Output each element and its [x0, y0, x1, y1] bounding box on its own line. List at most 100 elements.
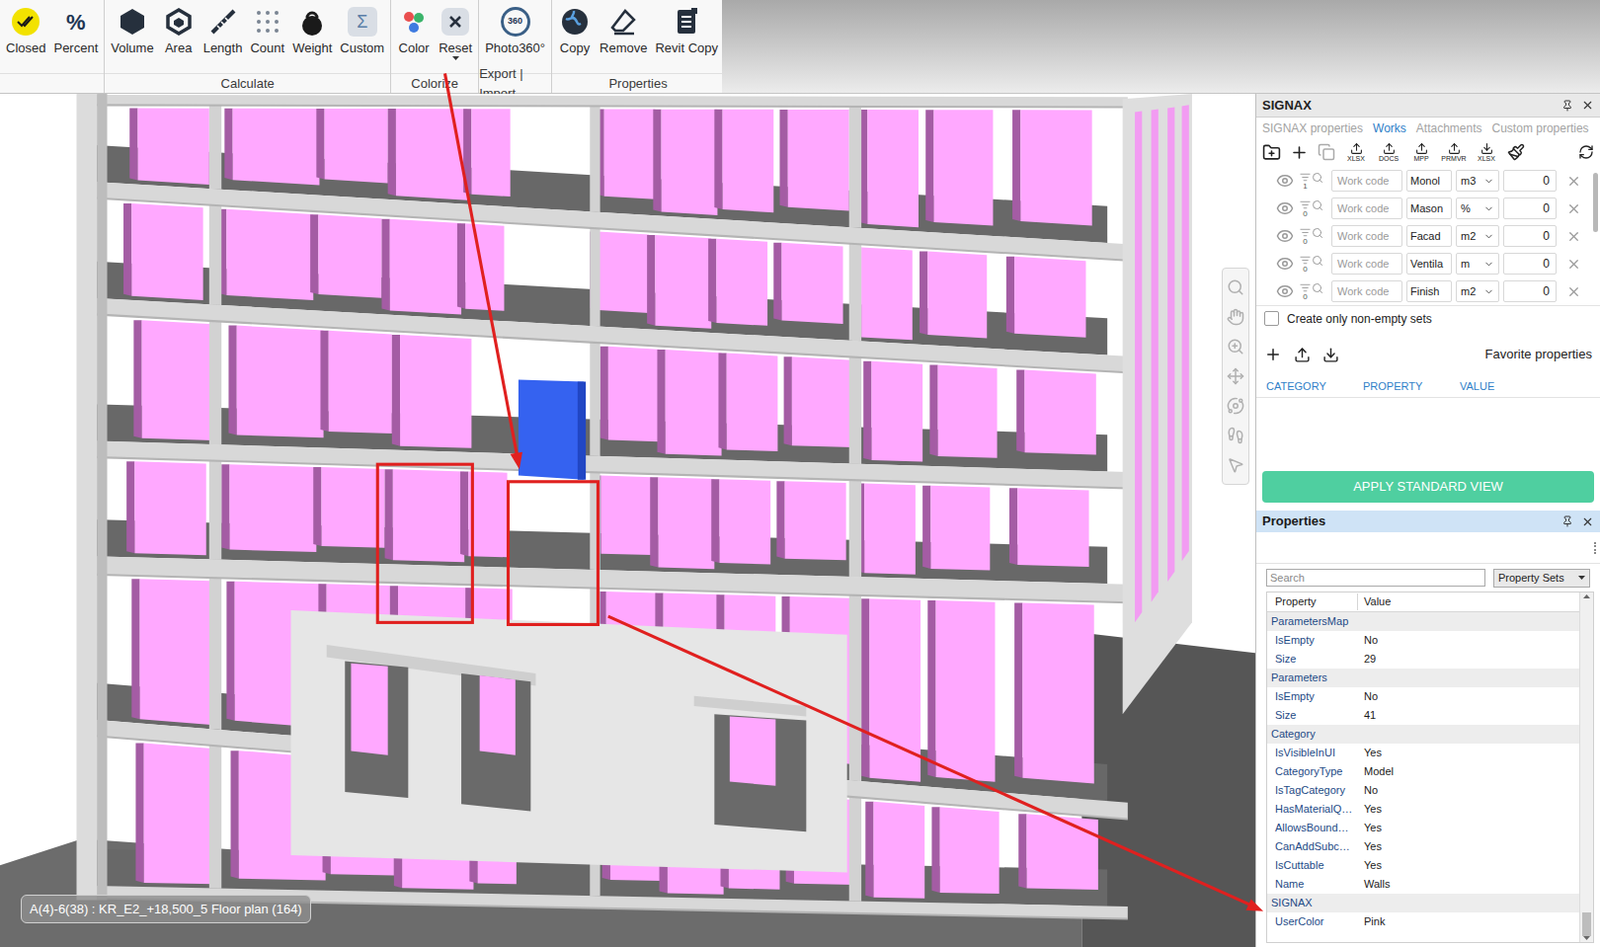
find-icon[interactable]	[1311, 254, 1324, 267]
column-header[interactable]: PROPERTY	[1362, 378, 1460, 396]
property-row[interactable]: CanAddSubc…Yes	[1267, 837, 1580, 857]
property-group-row[interactable]: ParametersMap	[1267, 612, 1580, 632]
search-input[interactable]: Search	[1266, 568, 1486, 587]
delete-icon[interactable]	[1566, 229, 1582, 244]
find-icon[interactable]	[1311, 199, 1324, 212]
property-row[interactable]: Size41	[1267, 706, 1580, 725]
nav-tool-icon[interactable]	[1226, 426, 1245, 445]
work-value-input[interactable]: 0	[1503, 225, 1557, 247]
visibility-icon[interactable]	[1276, 282, 1294, 301]
property-row[interactable]: IsVisibleInUIYes	[1267, 743, 1580, 763]
nav-tool-icon[interactable]	[1226, 278, 1245, 297]
delete-icon[interactable]	[1566, 201, 1582, 217]
work-name-input[interactable]: Facad	[1406, 225, 1452, 247]
delete-icon[interactable]	[1566, 256, 1582, 272]
brush-icon[interactable]	[1507, 143, 1525, 161]
work-code-input[interactable]: Work code	[1331, 169, 1403, 192]
ribbon-button[interactable]: %Percent	[49, 6, 102, 57]
property-row[interactable]: NameWalls	[1267, 875, 1580, 894]
import-icon[interactable]	[1322, 346, 1340, 364]
visibility-icon[interactable]	[1276, 227, 1294, 245]
ribbon-button[interactable]: Length	[199, 6, 247, 57]
transfer-button[interactable]: DOCS	[1376, 142, 1401, 163]
pin-icon[interactable]	[1561, 99, 1574, 112]
nav-tool-icon[interactable]	[1226, 308, 1245, 326]
selected-wall[interactable]	[518, 379, 584, 480]
work-name-input[interactable]: Ventila	[1406, 252, 1452, 275]
transfer-button[interactable]: XLSX	[1344, 142, 1368, 163]
ribbon-button[interactable]: Remove	[595, 6, 651, 57]
scroll-up-icon[interactable]	[1583, 594, 1591, 599]
transfer-button[interactable]: MPP	[1409, 142, 1434, 163]
viewport[interactable]: A(4)-6(38) : KR_E2_+18,500_5 Floor plan …	[0, 93, 1256, 947]
work-value-input[interactable]: 0	[1503, 252, 1557, 275]
tab[interactable]: Works	[1372, 119, 1407, 138]
work-name-input[interactable]: Mason	[1406, 197, 1452, 220]
property-row[interactable]: UserColorPink	[1267, 912, 1580, 932]
property-group-row[interactable]: Category	[1267, 724, 1580, 744]
property-row[interactable]: CategoryTypeModel	[1267, 762, 1580, 782]
find-icon[interactable]	[1311, 227, 1324, 240]
new-set-icon[interactable]	[1262, 143, 1281, 162]
filter-icon[interactable]	[1299, 199, 1311, 211]
close-icon[interactable]	[1581, 98, 1595, 112]
unit-select[interactable]: m	[1455, 252, 1500, 275]
refresh-icon[interactable]	[1578, 144, 1595, 160]
work-code-input[interactable]: Work code	[1331, 252, 1403, 275]
unit-select[interactable]: m3	[1455, 169, 1500, 192]
tab[interactable]: Custom properties	[1492, 119, 1590, 138]
ribbon-button[interactable]: Area	[158, 6, 200, 57]
add-favorite-icon[interactable]	[1264, 345, 1282, 364]
ribbon-button[interactable]: Volume	[106, 6, 158, 57]
pin-icon[interactable]	[1561, 515, 1574, 528]
property-row[interactable]: Size29	[1267, 649, 1580, 669]
ribbon-button[interactable]: ΣCustom	[335, 6, 389, 57]
ribbon-button[interactable]: Weight	[288, 6, 336, 57]
work-code-input[interactable]: Work code	[1331, 225, 1403, 247]
transfer-button[interactable]: XLSX	[1474, 142, 1499, 163]
ribbon-button[interactable]: Count	[245, 6, 289, 57]
scroll-down-icon[interactable]	[1583, 936, 1591, 941]
work-value-input[interactable]: 0	[1503, 197, 1557, 220]
nav-tool-icon[interactable]	[1226, 456, 1245, 475]
checkbox[interactable]	[1264, 311, 1280, 326]
visibility-icon[interactable]	[1276, 254, 1294, 273]
filter-icon[interactable]	[1299, 282, 1311, 294]
add-icon[interactable]	[1289, 143, 1309, 162]
property-row[interactable]: IsTagCategoryNo	[1267, 781, 1580, 800]
ribbon-button[interactable]: Copy	[554, 6, 596, 57]
dropdown-arrow-icon[interactable]	[452, 56, 460, 61]
unit-select[interactable]: m2	[1455, 280, 1500, 303]
unit-select[interactable]: %	[1455, 197, 1500, 220]
tab[interactable]: Attachments	[1416, 119, 1483, 138]
delete-icon[interactable]	[1566, 173, 1582, 189]
ribbon-button[interactable]: 360Photo360°	[480, 6, 550, 57]
work-value-input[interactable]: 0	[1503, 280, 1557, 303]
ribbon-button[interactable]: Color	[393, 6, 435, 57]
nav-tool-icon[interactable]	[1226, 367, 1245, 386]
works-scrollbar[interactable]	[1593, 172, 1599, 233]
visibility-icon[interactable]	[1276, 199, 1294, 218]
filter-icon[interactable]	[1299, 254, 1311, 266]
unit-select[interactable]: m2	[1455, 225, 1500, 247]
work-code-input[interactable]: Work code	[1331, 197, 1403, 220]
transfer-button[interactable]: PRMVR	[1441, 142, 1466, 163]
tab[interactable]: SIGNAX properties	[1262, 119, 1363, 138]
model-view[interactable]	[0, 93, 1256, 947]
apply-standard-view-button[interactable]: APPLY STANDARD VIEW	[1262, 471, 1595, 503]
property-group-row[interactable]: SIGNAX	[1267, 893, 1580, 913]
property-row[interactable]: IsEmptyNo	[1267, 687, 1580, 707]
property-row[interactable]: AllowsBound…Yes	[1267, 818, 1580, 838]
work-name-input[interactable]: Monol	[1406, 169, 1452, 192]
property-group-row[interactable]: Parameters	[1267, 668, 1580, 688]
work-code-input[interactable]: Work code	[1331, 280, 1403, 303]
export-icon[interactable]	[1293, 346, 1311, 364]
ribbon-button[interactable]: Reset	[434, 6, 477, 61]
nav-tool-icon[interactable]	[1226, 337, 1245, 356]
column-header[interactable]: VALUE	[1459, 378, 1557, 396]
work-name-input[interactable]: Finish	[1406, 280, 1452, 303]
duplicate-icon[interactable]	[1317, 143, 1336, 161]
properties-scrollbar[interactable]	[1579, 592, 1594, 943]
nav-tool-icon[interactable]	[1226, 397, 1245, 415]
visibility-icon[interactable]	[1276, 171, 1294, 190]
